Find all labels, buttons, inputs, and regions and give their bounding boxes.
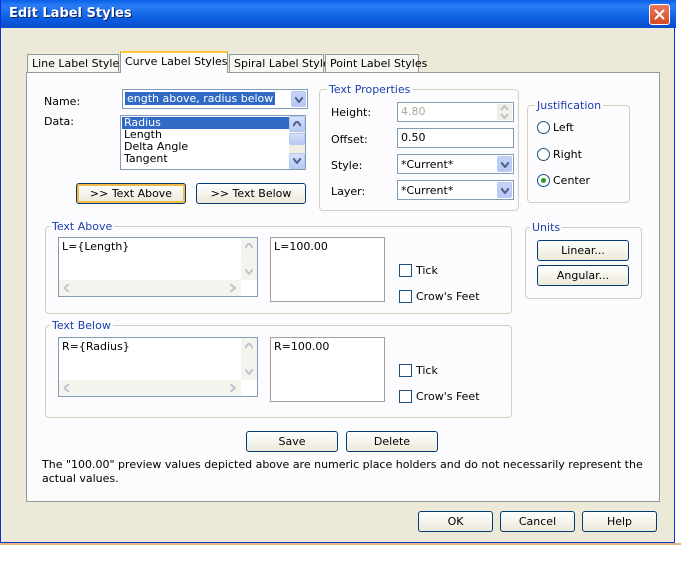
text-above-tick-checkbox[interactable]	[399, 264, 412, 277]
text-below-preview: R=100.00	[270, 337, 385, 402]
help-button[interactable]: Help	[582, 511, 657, 532]
name-value: ength above, radius below	[125, 92, 276, 105]
height-value: 4.80	[401, 105, 426, 118]
layer-label: Layer:	[331, 185, 366, 198]
radio-selected-dot	[541, 178, 546, 183]
chevron-down-icon	[295, 97, 303, 103]
text-above-tick-label[interactable]: Tick	[416, 264, 438, 277]
bottom-edge-line	[0, 543, 681, 545]
text-above-legend: Text Above	[50, 220, 115, 233]
text-below-expression: R={Radius}	[62, 340, 130, 353]
preview-note: The "100.00" preview values depicted abo…	[42, 458, 643, 485]
text-below-preview-value: R=100.00	[274, 340, 330, 353]
tab-curve-label-styles[interactable]: Curve Label Styles	[120, 51, 228, 73]
justify-center-radio[interactable]	[537, 174, 550, 187]
height-label: Height:	[331, 106, 372, 119]
text-above-preview-value: L=100.00	[274, 240, 328, 253]
text-below-hscrollbar[interactable]	[59, 380, 241, 396]
justify-right-label[interactable]: Right	[553, 148, 582, 161]
chevron-left-icon	[64, 384, 70, 392]
text-above-preview: L=100.00	[270, 237, 385, 302]
tab-label: Line Label Styles	[32, 57, 125, 70]
chevron-down-icon	[245, 369, 253, 375]
text-properties-legend: Text Properties	[327, 83, 413, 96]
name-combobox[interactable]: ength above, radius below	[122, 89, 308, 109]
name-dropdown-button[interactable]	[291, 91, 306, 107]
justify-center-label[interactable]: Center	[553, 174, 590, 187]
text-above-expression: L={Length}	[62, 240, 130, 253]
chevron-down-icon	[245, 269, 253, 275]
tab-line-label-styles[interactable]: Line Label Styles	[27, 54, 125, 72]
text-below-button[interactable]: >> Text Below	[196, 183, 306, 204]
text-above-crows-feet-label[interactable]: Crow's Feet	[416, 290, 480, 303]
name-label: Name:	[44, 95, 81, 108]
chevron-up-icon	[293, 121, 301, 127]
chevron-up-icon	[245, 243, 253, 249]
tab-point-label-styles[interactable]: Point Label Styles	[325, 54, 427, 72]
spinner-arrows-icon	[500, 105, 509, 119]
list-item[interactable]: Tangent	[122, 153, 290, 165]
units-group	[525, 227, 642, 299]
justification-legend: Justification	[535, 99, 604, 112]
justify-left-label[interactable]: Left	[553, 121, 574, 134]
tab-label: Curve Label Styles	[125, 55, 228, 68]
cancel-button[interactable]: Cancel	[500, 511, 575, 532]
text-below-legend: Text Below	[50, 319, 113, 332]
text-below-tick-label[interactable]: Tick	[416, 364, 438, 377]
data-list-scrollbar[interactable]	[289, 116, 305, 169]
text-above-button[interactable]: >> Text Above	[76, 183, 186, 204]
chevron-left-icon	[64, 284, 70, 292]
layer-dropdown-button[interactable]	[497, 182, 512, 198]
text-below-expression-input[interactable]: R={Radius}	[58, 337, 258, 397]
offset-value: 0.50	[401, 131, 426, 144]
text-above-vscrollbar[interactable]	[241, 238, 257, 280]
scroll-thumb[interactable]	[289, 133, 305, 145]
ok-button[interactable]: OK	[418, 511, 493, 532]
close-button[interactable]	[649, 4, 670, 25]
tab-label: Spiral Label Styles	[234, 57, 336, 70]
text-above-crows-feet-checkbox[interactable]	[399, 290, 412, 303]
chevron-up-icon	[245, 343, 253, 349]
layer-value: *Current*	[401, 184, 454, 197]
chevron-down-icon	[501, 188, 509, 194]
data-listbox[interactable]: Radius Length Delta Angle Tangent	[120, 115, 306, 170]
offset-label: Offset:	[331, 133, 368, 146]
chevron-down-icon	[501, 162, 509, 168]
close-icon	[654, 9, 665, 20]
justify-left-radio[interactable]	[537, 121, 550, 134]
style-dropdown-button[interactable]	[497, 156, 512, 172]
style-label: Style:	[331, 159, 363, 172]
scroll-up-button[interactable]	[289, 116, 305, 132]
data-label: Data:	[44, 115, 74, 128]
save-button[interactable]: Save	[246, 431, 338, 452]
tab-spiral-label-styles[interactable]: Spiral Label Styles	[229, 54, 335, 72]
chevron-right-icon	[230, 284, 236, 292]
window-title: Edit Label Styles	[9, 6, 132, 21]
offset-input[interactable]: 0.50	[397, 128, 514, 148]
height-input[interactable]: 4.80	[397, 102, 514, 122]
linear-units-button[interactable]: Linear...	[537, 240, 629, 261]
scroll-down-button[interactable]	[289, 153, 305, 169]
layer-combobox[interactable]: *Current*	[397, 180, 514, 200]
text-above-expression-input[interactable]: L={Length}	[58, 237, 258, 297]
angular-units-button[interactable]: Angular...	[537, 265, 629, 286]
text-below-crows-feet-checkbox[interactable]	[399, 390, 412, 403]
chevron-down-icon	[293, 158, 301, 164]
text-below-crows-feet-label[interactable]: Crow's Feet	[416, 390, 480, 403]
units-legend: Units	[530, 221, 563, 234]
style-value: *Current*	[401, 158, 454, 171]
style-combobox[interactable]: *Current*	[397, 154, 514, 174]
chevron-right-icon	[230, 384, 236, 392]
tab-label: Point Label Styles	[330, 57, 428, 70]
height-spinner[interactable]	[497, 104, 512, 120]
text-above-hscrollbar[interactable]	[59, 280, 241, 296]
delete-button[interactable]: Delete	[346, 431, 438, 452]
text-below-tick-checkbox[interactable]	[399, 364, 412, 377]
text-below-vscrollbar[interactable]	[241, 338, 257, 380]
justify-right-radio[interactable]	[537, 148, 550, 161]
title-bar[interactable]: Edit Label Styles	[1, 0, 676, 28]
